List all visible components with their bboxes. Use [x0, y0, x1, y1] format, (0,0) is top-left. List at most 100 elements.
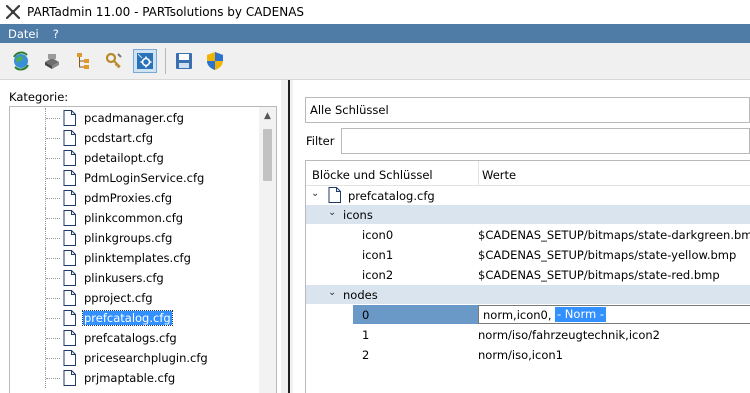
window-title: PARTadmin 11.00 - PARTsolutions by CADEN…: [27, 5, 305, 19]
file-icon: [328, 187, 341, 203]
tree-root-row[interactable]: ⌄ prefcatalog.cfg: [306, 186, 750, 205]
title-bar: PARTadmin 11.00 - PARTsolutions by CADEN…: [0, 0, 750, 24]
settings-config-icon: [137, 53, 153, 69]
file-item[interactable]: pricesearchplugin.cfg: [10, 348, 260, 368]
menu-datei[interactable]: Datei: [2, 27, 45, 41]
file-item[interactable]: pcdstart.cfg: [10, 128, 260, 148]
file-item[interactable]: prefcatalogs.cfg: [10, 328, 260, 348]
selected-key-highlight: [353, 305, 478, 324]
menu-help[interactable]: ?: [47, 27, 65, 41]
key-label: 0: [362, 308, 370, 322]
chevron-down-icon[interactable]: ⌄: [311, 188, 319, 199]
toolbar-separator: [165, 48, 166, 74]
save-icon: [176, 53, 192, 69]
file-name: plinkusers.cfg: [84, 271, 164, 285]
block-row[interactable]: ⌄ icons: [306, 205, 750, 224]
key-label: icon2: [362, 268, 394, 282]
key-row[interactable]: icon2 $CADENAS_SETUP/bitmaps/state-red.bm…: [306, 265, 750, 284]
block-row[interactable]: ⌄ nodes: [306, 285, 750, 304]
file-item[interactable]: plinktemplates.cfg: [10, 248, 260, 268]
admin-shield-button[interactable]: [203, 49, 227, 73]
tree-connector: [45, 208, 63, 228]
file-item[interactable]: prefcatalog.cfg: [10, 308, 260, 328]
file-item[interactable]: pcadmanager.cfg: [10, 108, 260, 128]
grid-header: Blöcke und Schlüssel Werte: [306, 161, 750, 186]
key-label: icon0: [362, 228, 394, 242]
key-value: norm/iso/fahrzeugtechnik,icon2: [478, 328, 660, 342]
file-name: pcadmanager.cfg: [84, 111, 184, 125]
file-icon: [63, 310, 76, 326]
file-name: plinkgroups.cfg: [84, 231, 173, 245]
category-panel: Kategorie: ▲ pcadmanager.cfg pcdstart.cfg…: [0, 80, 281, 393]
scroll-up-icon[interactable]: ▲: [259, 107, 276, 124]
scope-select[interactable]: Alle Schlüssel: [305, 97, 750, 123]
value-edit-field[interactable]: norm,icon0, - Norm -: [478, 305, 750, 324]
file-item[interactable]: pproject.cfg: [10, 288, 260, 308]
file-name: prjmaptable.cfg: [84, 371, 176, 385]
splitter-line: [288, 80, 290, 393]
file-icon: [63, 190, 76, 206]
file-name: pricesearchplugin.cfg: [84, 351, 208, 365]
file-name: pdetailopt.cfg: [84, 151, 164, 165]
app-icon: [5, 4, 21, 20]
file-name: pproject.cfg: [84, 291, 153, 305]
file-item[interactable]: plinkusers.cfg: [10, 268, 260, 288]
file-item[interactable]: plinkgroups.cfg: [10, 228, 260, 248]
config-button[interactable]: [133, 49, 157, 73]
key-row[interactable]: icon1 $CADENAS_SETUP/bitmaps/state-yellow…: [306, 245, 750, 264]
key-label: icon1: [362, 248, 394, 262]
tree-connector: [45, 148, 63, 168]
tree-connector: [45, 328, 63, 348]
file-icon: [63, 270, 76, 286]
category-label: Kategorie:: [9, 90, 69, 104]
tree-connector: [45, 228, 63, 248]
file-item[interactable]: pdetailopt.cfg: [10, 148, 260, 168]
key-row[interactable]: icon0 $CADENAS_SETUP/bitmaps/state-darkgr…: [306, 225, 750, 244]
tree-connector: [45, 308, 63, 328]
file-icon: [63, 130, 76, 146]
shield-icon: [207, 52, 223, 70]
key-value-grid[interactable]: Blöcke und Schlüssel Werte ⌄ prefcatalog.…: [305, 160, 750, 393]
file-name: plinkcommon.cfg: [84, 211, 184, 225]
server-button[interactable]: [40, 49, 64, 73]
key-row[interactable]: 2 norm/iso,icon1: [306, 345, 750, 364]
refresh-button[interactable]: [9, 49, 33, 73]
toolbar: [0, 43, 750, 80]
vertical-scrollbar[interactable]: ▲: [259, 107, 276, 393]
file-item[interactable]: prjmaptable.cfg: [10, 368, 260, 388]
file-name: prefcatalog.cfg: [82, 310, 173, 326]
panel-splitter[interactable]: [281, 80, 293, 393]
file-tree[interactable]: ▲ pcadmanager.cfg pcdstart.cfg pdetailopt.…: [9, 106, 277, 393]
tree-root-label: prefcatalog.cfg: [348, 189, 435, 203]
file-icon: [63, 230, 76, 246]
save-button[interactable]: [172, 49, 196, 73]
key-row[interactable]: 1 norm/iso/fahrzeugtechnik,icon2: [306, 325, 750, 344]
tree-connector: [45, 108, 63, 128]
filter-input[interactable]: [341, 128, 750, 154]
scroll-thumb[interactable]: [263, 129, 272, 181]
file-item[interactable]: plinkcommon.cfg: [10, 208, 260, 228]
key-value: $CADENAS_SETUP/bitmaps/state-yellow.bmp: [478, 248, 737, 262]
scope-value: Alle Schlüssel: [310, 103, 389, 117]
chevron-down-icon[interactable]: ⌄: [328, 207, 336, 218]
key-tools-button[interactable]: [102, 49, 126, 73]
column-header-blocks[interactable]: Blöcke und Schlüssel: [312, 168, 433, 182]
column-separator[interactable]: [478, 161, 479, 186]
tree-connector: [45, 128, 63, 148]
file-icon: [63, 350, 76, 366]
tree-connector: [45, 188, 63, 208]
tree-connector: [45, 248, 63, 268]
filter-label: Filter: [306, 134, 335, 148]
chevron-down-icon[interactable]: ⌄: [328, 287, 336, 298]
structure-button[interactable]: [71, 49, 95, 73]
file-name: pcdstart.cfg: [84, 131, 154, 145]
file-name: plinktemplates.cfg: [84, 251, 191, 265]
refresh-globe-icon: [13, 51, 29, 71]
tree-connector: [45, 288, 63, 308]
key-row[interactable]: 0 norm,icon0, - Norm -: [306, 305, 750, 324]
file-item[interactable]: PdmLoginService.cfg: [10, 168, 260, 188]
file-name: pdmProxies.cfg: [84, 191, 173, 205]
block-label: nodes: [343, 288, 378, 302]
file-item[interactable]: pdmProxies.cfg: [10, 188, 260, 208]
column-header-values[interactable]: Werte: [482, 168, 516, 182]
